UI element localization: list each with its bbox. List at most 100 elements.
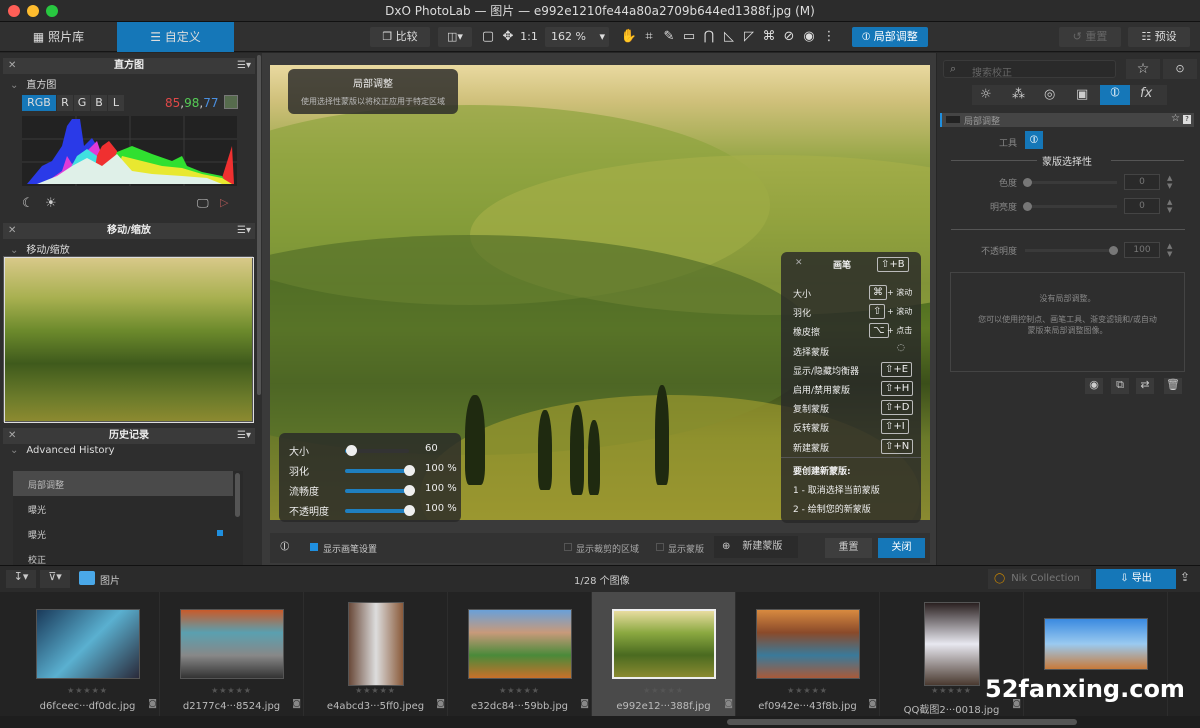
horizon-icon[interactable]: ▭ — [680, 27, 698, 47]
filmstrip-scrollbar[interactable] — [727, 719, 1077, 725]
close-icon[interactable]: ✕ — [8, 428, 16, 444]
rating-stars[interactable]: ★★★★★ — [304, 686, 447, 695]
history-item[interactable]: 曝光 — [13, 521, 233, 546]
perspective-rect-icon[interactable]: ◺ — [720, 27, 738, 47]
eye-icon[interactable]: ◉ — [1085, 378, 1103, 394]
move-icon[interactable]: ✥ — [499, 27, 517, 47]
show-brush-settings-checkbox[interactable] — [310, 543, 318, 551]
filmstrip-item[interactable]: ★★★★★ d2177c4···8524.jpg ◙ — [160, 592, 304, 716]
histogram-section[interactable]: ⌄ 直方图 — [10, 76, 56, 91]
luma-slider[interactable] — [1023, 202, 1117, 211]
channel-l[interactable]: L — [108, 95, 124, 111]
trash-icon[interactable]: 🗑 — [1164, 378, 1182, 394]
history-scrollbar[interactable] — [235, 473, 240, 517]
slider-knob[interactable] — [1109, 246, 1118, 255]
filmstrip-item[interactable]: ★★★★★ e4abcd3···5ff0.jpeg ◙ — [304, 592, 448, 716]
rating-stars[interactable]: ★★★★★ — [736, 686, 879, 695]
swap-icon[interactable]: ⇄ — [1136, 378, 1154, 394]
duplicate-icon[interactable]: ⧉ — [1111, 378, 1129, 394]
filmstrip-item[interactable]: ★★★★★ d6fceec···df0dc.jpg ◙ — [16, 592, 160, 716]
filter-icon[interactable]: ⊽▾ — [40, 570, 70, 588]
zoom-window-button[interactable] — [46, 5, 58, 17]
left-panel-scrollbar[interactable] — [257, 55, 261, 395]
local-adjust-tab-icon[interactable]: ⦶ — [1100, 85, 1130, 105]
brush-slider[interactable] — [345, 505, 415, 516]
perspective-8pt-icon[interactable]: ◸ — [740, 27, 758, 47]
monitor-icon[interactable]: 🖵 — [197, 196, 209, 211]
opacity-input[interactable]: 100 — [1124, 242, 1160, 258]
slider-knob[interactable] — [404, 485, 415, 496]
slider-knob[interactable] — [404, 505, 415, 516]
nik-collection-button[interactable]: ◯ Nik Collection — [988, 569, 1091, 589]
menu-icon[interactable]: ☰▾ — [237, 58, 251, 74]
sort-icon[interactable]: ↧▾ — [6, 570, 36, 588]
gamut-icon[interactable]: ▷ — [220, 196, 228, 209]
zoom-select[interactable]: 162 % ▾ — [545, 27, 609, 47]
presets-button[interactable]: ☷ 预设 — [1128, 27, 1190, 47]
show-mask-checkbox[interactable] — [656, 543, 664, 551]
chroma-input[interactable]: 0 — [1124, 174, 1160, 190]
perspective-icon[interactable]: ⋂ — [700, 27, 718, 47]
light-tab-icon[interactable]: ☼ — [980, 87, 992, 102]
geometry-tab-icon[interactable]: ▣ — [1076, 87, 1088, 102]
close-icon[interactable]: ✕ — [8, 223, 16, 239]
stepper-icon[interactable]: ▲ ▼ — [1167, 174, 1172, 190]
rating-stars[interactable]: ★★★★★ — [16, 686, 159, 695]
crop-icon[interactable]: ⌗ — [640, 27, 658, 47]
local-adjust-tool-icon[interactable]: ⦶ — [1025, 131, 1043, 149]
opacity-slider[interactable] — [1025, 246, 1118, 255]
close-window-button[interactable] — [8, 5, 20, 17]
local-adjust-button[interactable]: ⦶ 局部调整 — [852, 27, 928, 47]
stepper-icon[interactable]: ▲ ▼ — [1167, 198, 1172, 214]
one-to-one-button[interactable]: 1:1 — [519, 27, 539, 47]
close-icon[interactable]: ✕ — [795, 258, 803, 268]
menu-icon[interactable]: ☰▾ — [237, 223, 251, 239]
brush-slider[interactable] — [345, 465, 415, 476]
hand-icon[interactable]: ✋ — [620, 27, 638, 47]
rating-stars[interactable]: ★★★★★ — [160, 686, 303, 695]
show-crop-checkbox[interactable] — [564, 543, 572, 551]
slider-knob[interactable] — [1023, 202, 1032, 211]
menu-icon[interactable]: ☰▾ — [237, 428, 251, 444]
brush-slider[interactable] — [345, 485, 415, 496]
tab-library[interactable]: ▦ 照片库 — [0, 22, 117, 52]
shadow-clipping-icon[interactable]: ☾ — [22, 196, 34, 211]
channel-r[interactable]: R — [57, 95, 73, 111]
rating-stars[interactable]: ★★★★★ — [592, 686, 735, 695]
search-corrections-input[interactable]: ⌕ 搜索校正 — [943, 60, 1116, 79]
brush-slider[interactable] — [345, 445, 409, 456]
history-item[interactable]: 校正 — [13, 546, 233, 565]
channel-rgb[interactable]: RGB — [22, 95, 56, 111]
star-icon[interactable]: ☆ — [1171, 113, 1180, 124]
navigator-preview[interactable] — [3, 256, 254, 423]
red-eye-icon[interactable]: ◉ — [800, 27, 818, 47]
chroma-slider[interactable] — [1023, 178, 1117, 187]
color-tab-icon[interactable]: ⁂ — [1012, 87, 1025, 102]
channel-g[interactable]: G — [74, 95, 90, 111]
toggle-icon[interactable]: ⊙ — [1163, 59, 1197, 79]
watermark-icon[interactable]: ⋮ — [820, 27, 838, 47]
filmstrip-item-selected[interactable]: ★★★★★ e992e12···388f.jpg ◙ — [592, 592, 736, 716]
fx-tab-icon[interactable]: fx — [1140, 86, 1152, 101]
local-adjust-panel-header[interactable]: 局部调整 ☆? — [940, 113, 1194, 127]
detail-tab-icon[interactable]: ◎ — [1044, 87, 1055, 102]
toggle-icon[interactable] — [946, 116, 960, 123]
tab-customize[interactable]: ☰ 自定义 — [117, 22, 234, 52]
compare-button[interactable]: ❐ 比较 — [370, 27, 430, 47]
fit-icon[interactable]: ▢ — [479, 27, 497, 47]
repair-icon[interactable]: ⊘ — [780, 27, 798, 47]
split-view-button[interactable]: ◫▾ — [438, 27, 472, 47]
highlight-clipping-icon[interactable]: ☀ — [45, 196, 57, 211]
folder-name[interactable]: 图片 — [100, 572, 120, 587]
history-section[interactable]: ⌄ Advanced History — [10, 445, 115, 456]
slider-knob[interactable] — [1023, 178, 1032, 187]
slider-knob[interactable] — [346, 445, 357, 456]
slider-knob[interactable] — [404, 465, 415, 476]
filmstrip-item[interactable]: ★★★★★ e32dc84···59bb.jpg ◙ — [448, 592, 592, 716]
rating-stars[interactable]: ★★★★★ — [448, 686, 591, 695]
reset-button[interactable]: ↺ 重置 — [1059, 27, 1121, 47]
help-icon[interactable]: ? — [1183, 115, 1191, 124]
luma-input[interactable]: 0 — [1124, 198, 1160, 214]
reset-button[interactable]: 重置 — [825, 538, 872, 558]
share-icon[interactable]: ⇪ — [1180, 570, 1190, 584]
